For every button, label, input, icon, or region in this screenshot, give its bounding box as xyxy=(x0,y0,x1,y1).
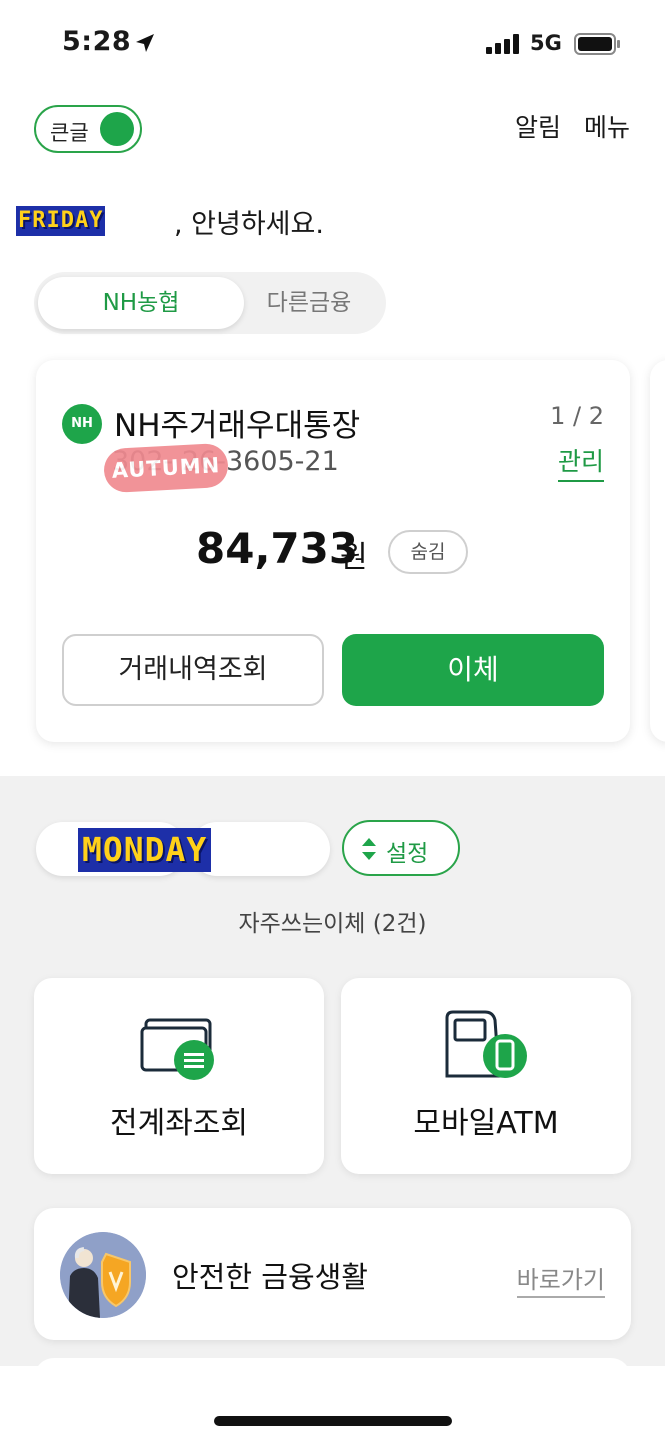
security-illustration xyxy=(60,1232,146,1318)
tab-nh[interactable]: NH농협 xyxy=(38,277,244,329)
cards-icon xyxy=(140,1018,214,1080)
greeting-text: , 안녕하세요. xyxy=(174,209,324,240)
autumn-sticker: AUTUMN xyxy=(102,442,230,494)
shield-icon xyxy=(60,1232,146,1318)
settings-label: 설정 xyxy=(386,841,429,867)
account-card: NH NH주거래우대통장 302- 26-3605-21 AUTUMN 1 / … xyxy=(36,360,630,742)
nh-logo: NH xyxy=(62,404,102,444)
transaction-history-button[interactable]: 거래내역조회 xyxy=(62,634,324,706)
big-text-toggle-label: 큰글 xyxy=(50,121,89,145)
notifications-link[interactable]: 알림 xyxy=(515,108,561,144)
signal-icon xyxy=(486,34,519,54)
network-label: 5G xyxy=(530,31,562,55)
safe-finance-banner[interactable]: 안전한 금융생활 바로가기 xyxy=(34,1208,631,1340)
menu-link[interactable]: 메뉴 xyxy=(584,108,630,144)
next-account-card[interactable] xyxy=(650,360,665,742)
all-accounts-tile[interactable]: 전계좌조회 xyxy=(34,978,324,1174)
home-indicator xyxy=(214,1416,452,1426)
balance-unit: 원 xyxy=(340,540,368,575)
settings-button[interactable]: 설정 xyxy=(342,820,460,876)
frequent-transfer-label: 자주쓰는이체 (2건) xyxy=(238,911,427,937)
all-accounts-label: 전계좌조회 xyxy=(110,1106,248,1141)
top-bar: 큰글 알림 메뉴 xyxy=(0,100,665,160)
page-indicator: 1 / 2 xyxy=(550,402,604,430)
balance-amount: 84,733 xyxy=(196,524,359,573)
name-sticker: FRIDAY xyxy=(16,206,106,236)
account-name: NH주거래우대통장 xyxy=(114,408,361,444)
mobile-atm-label: 모바일ATM xyxy=(413,1106,559,1141)
atm-phone-icon xyxy=(445,1010,527,1078)
toggle-knob xyxy=(100,112,134,146)
location-arrow-icon xyxy=(136,34,154,52)
bank-tabs: 다른금융 NH농협 xyxy=(34,272,386,334)
status-time: 5:28 xyxy=(62,26,132,57)
tab-other-finance[interactable]: 다른금융 xyxy=(234,277,384,329)
promo-title: 안전한 금융생활 xyxy=(172,1260,368,1294)
transfer-button[interactable]: 이체 xyxy=(342,634,604,706)
mobile-atm-tile[interactable]: 모바일ATM xyxy=(341,978,631,1174)
battery-icon xyxy=(574,33,620,55)
monday-sticker: MONDAY xyxy=(78,828,212,872)
manage-link[interactable]: 관리 xyxy=(557,442,604,482)
hide-balance-button[interactable]: 숨김 xyxy=(388,530,468,574)
go-now-link[interactable]: 바로가기 xyxy=(516,1260,605,1298)
status-bar: 5:28 5G xyxy=(0,0,665,88)
big-text-toggle[interactable]: 큰글 xyxy=(34,105,142,153)
sort-icon xyxy=(362,838,376,860)
bottom-safe-area xyxy=(0,1366,665,1440)
